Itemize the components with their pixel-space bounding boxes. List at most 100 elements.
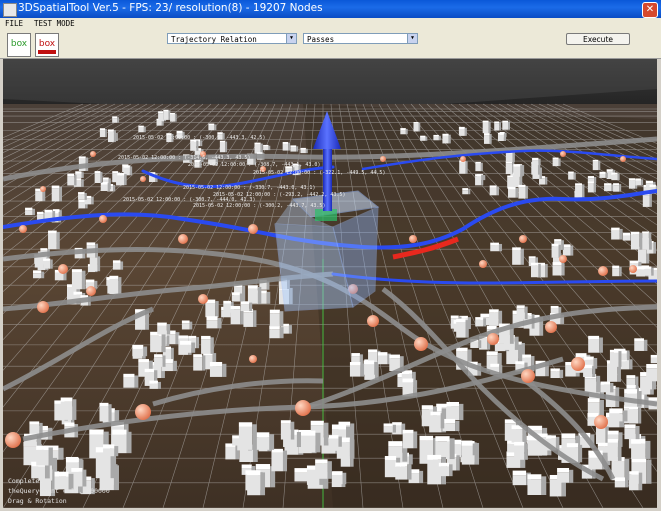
building-side [282, 143, 289, 151]
predicate-select[interactable]: Passes ▼ [303, 33, 418, 44]
trajectory-annotation: 2015-05-02 12:00:00 : (-330.7, -443.0, 4… [183, 185, 315, 191]
building-roof [483, 133, 490, 136]
building-side [592, 161, 599, 171]
execute-button[interactable]: Execute [566, 33, 630, 45]
building-shadow [279, 311, 284, 327]
building-shadow [520, 248, 524, 265]
graph-node [37, 301, 49, 313]
building-shadow [157, 381, 161, 389]
building-roof [626, 375, 636, 379]
graph-node [367, 315, 379, 327]
building-roof [247, 470, 261, 476]
building-roof [67, 173, 75, 177]
building-roof [193, 354, 203, 358]
relation-select[interactable]: Trajectory Relation ▼ [167, 33, 297, 44]
building-shadow [266, 291, 271, 304]
building-roof [550, 368, 560, 372]
chevron-down-icon[interactable]: ▼ [286, 34, 296, 43]
building-shadow [94, 280, 98, 289]
close-icon[interactable]: ✕ [642, 2, 658, 18]
trajectory-annotation: 2015-05-02 12:00:00 : (-308.7, -443.1, 4… [188, 162, 320, 168]
building-shadow [425, 136, 428, 141]
building-side [163, 111, 169, 120]
graph-node [594, 415, 608, 429]
building-side [269, 329, 280, 339]
building-shadow [252, 424, 257, 450]
remove-box-button[interactable]: box [35, 33, 59, 57]
building-side [138, 127, 144, 133]
graph-node [249, 355, 257, 363]
menu-file[interactable]: FILE [5, 19, 23, 28]
building-shadow [619, 266, 622, 277]
building-shadow [459, 403, 464, 421]
building-roof [78, 156, 86, 159]
graph-node [380, 156, 386, 162]
building-roof [552, 157, 559, 160]
scene-canvas[interactable]: 2015-05-02 12:00:00 : (-300.5, -443.3, 4… [3, 59, 657, 508]
building-side [430, 415, 441, 429]
building-roof [363, 360, 375, 365]
building-shadow [59, 186, 63, 202]
building-roof [208, 123, 215, 126]
building-shadow [638, 472, 643, 491]
menu-test-mode[interactable]: TEST MODE [34, 19, 75, 28]
building-shadow [594, 176, 597, 184]
toolbar: box box Trajectory Relation ▼ Passes ▼ E… [0, 30, 661, 59]
building-roof [512, 247, 521, 251]
building-roof [626, 385, 636, 389]
building-roof [609, 408, 623, 414]
building-shadow [100, 171, 103, 184]
building-side [459, 162, 466, 174]
building-shadow [117, 117, 120, 123]
building-roof [388, 441, 403, 447]
building-side [402, 433, 414, 449]
building-roof [609, 349, 619, 353]
building-side [400, 130, 406, 135]
building-side [604, 185, 612, 192]
building-roof [255, 432, 270, 438]
building-roof [554, 239, 562, 242]
building-side [71, 272, 82, 290]
graph-node [99, 215, 107, 223]
graph-node [5, 432, 21, 448]
building-shadow [520, 165, 523, 177]
query-count-line: theQueryCount = 19, 000000 [8, 487, 110, 495]
building-side [117, 175, 125, 186]
building-side [609, 352, 619, 367]
building-side [516, 308, 525, 320]
building-side [332, 474, 343, 485]
building-roof [561, 433, 576, 439]
building-roof [78, 192, 85, 195]
building-side [349, 365, 361, 377]
building-shadow [279, 327, 284, 339]
building-side [25, 210, 33, 216]
building-roof [201, 335, 211, 340]
building-shadow [222, 363, 227, 377]
building-side [629, 474, 639, 491]
building-side [489, 312, 499, 326]
building-shadow [268, 145, 271, 151]
building-roof [584, 356, 594, 360]
building-roof [649, 184, 656, 187]
building-shadow [32, 208, 35, 216]
building-roof [546, 435, 556, 439]
chevron-down-icon[interactable]: ▼ [407, 34, 417, 43]
building-side [552, 265, 562, 276]
building-roof [607, 430, 619, 435]
building-shadow [578, 444, 583, 463]
building-roof [475, 317, 484, 320]
building-shadow [81, 179, 84, 187]
building-roof [144, 368, 155, 373]
building-roof [33, 270, 42, 274]
building-shadow [449, 438, 455, 460]
building-side [494, 123, 500, 131]
building-roof [587, 176, 595, 179]
trajectory-annotation: 2015-05-02 12:00:00 : (-300.5, -443.3, 4… [133, 135, 265, 141]
building-roof [282, 142, 289, 144]
building-roof [606, 169, 613, 172]
building-roof [109, 275, 119, 279]
3d-viewport[interactable]: 2015-05-02 12:00:00 : (-300.5, -443.3, 4… [3, 59, 657, 508]
building-side [112, 118, 118, 123]
add-box-button[interactable]: box [7, 33, 31, 57]
building-roof [490, 363, 500, 367]
